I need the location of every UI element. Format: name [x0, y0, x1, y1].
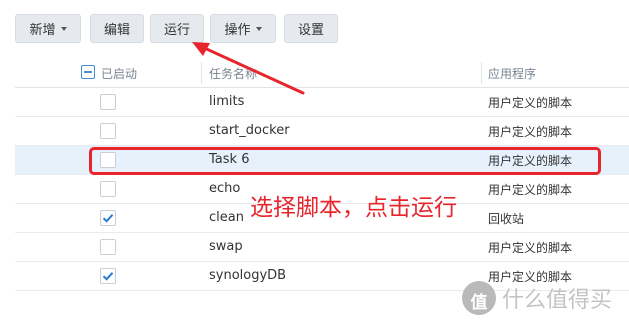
annotation-text: 选择脚本，点击运行 [250, 195, 457, 221]
watermark: 值 什么值得买 [462, 281, 612, 315]
watermark-logo-icon: 值 [462, 281, 496, 315]
arrow-annotation-icon [192, 42, 305, 95]
watermark-text: 什么值得买 [502, 288, 613, 313]
